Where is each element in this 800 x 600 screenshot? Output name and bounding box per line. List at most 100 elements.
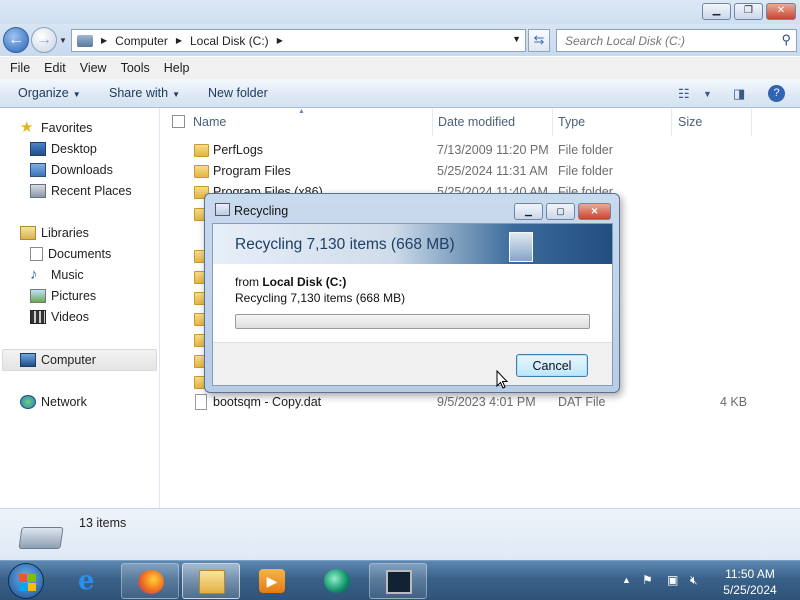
menu-file[interactable]: File	[3, 61, 37, 75]
address-bar[interactable]: ▶ Computer ▶ Local Disk (C:) ▶ ▼	[71, 29, 526, 52]
menu-view[interactable]: View	[73, 61, 114, 75]
nav-downloads[interactable]: Downloads	[30, 160, 113, 180]
taskbar-task-manager[interactable]	[369, 563, 427, 599]
chevron-right-icon[interactable]: ▶	[101, 36, 107, 45]
taskbar: e ▶ ▲ ⚑ ▣ 🔇︎ 11:50 AM 5/25/2024	[0, 560, 800, 600]
column-type[interactable]: Type	[558, 115, 585, 129]
action-center-flag-icon[interactable]: ⚑	[642, 573, 653, 587]
nav-computer[interactable]: Computer	[20, 350, 96, 370]
column-divider[interactable]	[432, 108, 433, 136]
nav-pictures-label: Pictures	[51, 289, 97, 303]
sort-ascending-icon: ▲	[298, 108, 305, 115]
nav-computer-label: Computer	[41, 353, 96, 367]
menu-edit[interactable]: Edit	[37, 61, 73, 75]
search-box[interactable]: ⚲	[556, 29, 797, 52]
change-view-icon[interactable]: ☷	[678, 86, 690, 102]
nav-network[interactable]: Network	[20, 392, 87, 412]
refresh-button[interactable]: ⇆	[528, 29, 550, 52]
column-date-modified[interactable]: Date modified	[438, 115, 515, 129]
nav-desktop[interactable]: Desktop	[30, 139, 97, 159]
search-input[interactable]	[557, 30, 767, 51]
volume-muted-icon[interactable]: 🔇︎	[690, 573, 698, 588]
chevron-down-icon: ▼	[72, 90, 81, 99]
file-size: 4 KB	[720, 395, 748, 409]
dialog-close-button[interactable]: ✕	[578, 203, 611, 220]
file-row[interactable]: bootsqm - Copy.dat 9/5/2023 4:01 PM DAT …	[160, 392, 800, 413]
dialog-restore-button[interactable]: ▢	[546, 203, 575, 220]
taskbar-firefox[interactable]	[121, 563, 179, 599]
menu-tools[interactable]: Tools	[114, 61, 157, 75]
new-folder-button[interactable]: New folder	[208, 86, 268, 100]
dialog-minimize-button[interactable]: ▁	[514, 203, 543, 220]
column-divider[interactable]	[751, 108, 752, 136]
chevron-down-icon: ▼	[172, 90, 180, 99]
nav-recent-places-label: Recent Places	[51, 184, 132, 198]
nav-network-label: Network	[41, 395, 87, 409]
windows-logo-icon	[19, 583, 27, 591]
folder-icon	[194, 165, 209, 178]
nav-libraries[interactable]: Libraries	[20, 223, 89, 243]
help-icon[interactable]: ?	[768, 85, 785, 102]
nav-recent-places[interactable]: Recent Places	[30, 181, 132, 201]
address-dropdown-icon[interactable]: ▼	[512, 34, 521, 44]
select-all-checkbox[interactable]	[172, 115, 185, 128]
close-button[interactable]: ✕	[766, 3, 796, 20]
command-bar: Organize ▼ Share with ▼ New folder ☷ ▼ ◨ ?	[0, 79, 800, 108]
search-icon[interactable]: ⚲	[781, 32, 791, 48]
recycle-icon	[215, 203, 230, 216]
nav-pictures[interactable]: Pictures	[30, 286, 96, 306]
menu-bar: File Edit View Tools Help	[0, 57, 800, 79]
nav-libraries-label: Libraries	[41, 226, 89, 240]
breadcrumb-computer[interactable]: Computer	[115, 34, 168, 48]
view-options-dropdown[interactable]: ▼	[703, 89, 712, 99]
nav-music[interactable]: ♪ Music	[30, 265, 84, 285]
column-name[interactable]: Name	[193, 115, 226, 129]
system-clock[interactable]: 11:50 AM 5/25/2024	[712, 566, 788, 598]
minimize-button[interactable]: ▁	[702, 3, 731, 20]
cancel-button[interactable]: Cancel	[516, 354, 588, 377]
restore-button[interactable]: ❐	[734, 3, 763, 20]
back-button[interactable]: ←	[3, 27, 29, 53]
nav-documents[interactable]: Documents	[30, 244, 111, 264]
share-with-button[interactable]: Share with ▼	[109, 86, 180, 100]
play-icon: ▶	[259, 569, 285, 593]
windows-logo-icon	[28, 574, 36, 582]
breadcrumb-local-disk[interactable]: Local Disk (C:)	[190, 34, 269, 48]
column-divider[interactable]	[671, 108, 672, 136]
column-size[interactable]: Size	[678, 115, 702, 129]
nav-documents-label: Documents	[48, 247, 112, 261]
documents-icon	[30, 247, 43, 261]
nav-favorites[interactable]: ★ Favorites	[20, 118, 92, 138]
nav-downloads-label: Downloads	[51, 163, 113, 177]
recent-places-icon	[30, 184, 46, 198]
taskbar-windows-explorer[interactable]	[182, 563, 240, 599]
mouse-cursor-icon	[496, 370, 509, 389]
nav-music-label: Music	[51, 268, 84, 282]
network-status-icon[interactable]: ▣	[667, 573, 678, 587]
details-pane: 13 items	[0, 508, 800, 560]
start-button[interactable]	[8, 563, 44, 599]
file-type: File folder	[558, 164, 613, 178]
dialog-detail: Recycling 7,130 items (668 MB)	[235, 291, 406, 305]
file-date: 7/13/2009 11:20 PM	[437, 143, 549, 157]
taskbar-app-teal[interactable]	[308, 563, 366, 599]
forward-button[interactable]: →	[31, 27, 57, 53]
recent-pages-dropdown[interactable]: ▼	[59, 36, 67, 45]
file-row[interactable]: PerfLogs 7/13/2009 11:20 PM File folder	[160, 140, 800, 161]
menu-help[interactable]: Help	[157, 61, 197, 75]
music-note-icon: ♪	[30, 266, 38, 283]
taskbar-internet-explorer[interactable]: e	[62, 563, 120, 599]
windows-logo-icon	[19, 574, 27, 582]
taskbar-media-player[interactable]: ▶	[243, 563, 301, 599]
internet-explorer-icon: e	[78, 566, 95, 596]
chevron-right-icon[interactable]: ▶	[176, 36, 182, 45]
organize-button[interactable]: Organize ▼	[18, 86, 81, 100]
chevron-right-icon[interactable]: ▶	[277, 36, 283, 45]
file-row[interactable]: Program Files 5/25/2024 11:31 AM File fo…	[160, 161, 800, 182]
nav-videos[interactable]: Videos	[30, 307, 89, 327]
column-divider[interactable]	[552, 108, 553, 136]
refresh-icon: ⇆	[533, 32, 545, 47]
show-hidden-icons-icon[interactable]: ▲	[622, 575, 631, 585]
preview-pane-icon[interactable]: ◨	[733, 86, 745, 102]
downloads-icon	[30, 163, 46, 177]
